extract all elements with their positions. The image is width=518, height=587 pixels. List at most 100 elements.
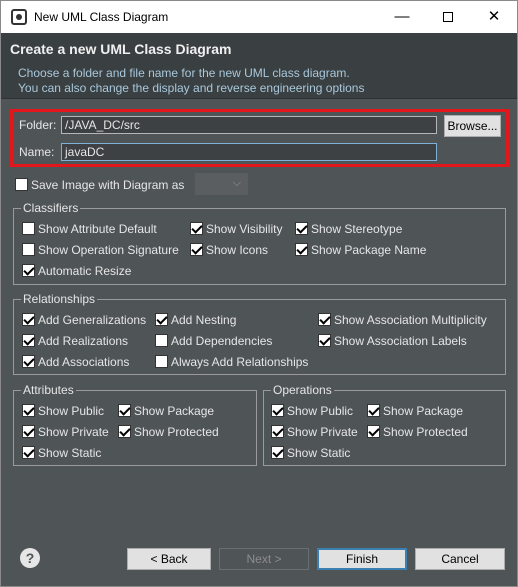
relationship-option-association-labels[interactable]: Show Association Labels (318, 333, 467, 349)
classifier-option-icons[interactable]: Show Icons (190, 242, 268, 258)
operation-option-package[interactable]: Show Package (367, 403, 463, 419)
checkbox[interactable] (271, 404, 284, 418)
checkbox[interactable] (22, 446, 35, 460)
next-button[interactable]: Next > (219, 548, 309, 570)
cancel-button[interactable]: Cancel (415, 548, 505, 570)
checkbox[interactable] (318, 313, 331, 327)
image-format-combo[interactable]: ⌵ (195, 173, 248, 195)
classifier-option-attribute-default[interactable]: Show Attribute Default (22, 221, 157, 237)
checkbox[interactable] (367, 404, 380, 418)
option-label: Always Add Relationships (171, 354, 309, 369)
option-label: Show Private (287, 424, 358, 439)
relationship-option-associations[interactable]: Add Associations (22, 354, 129, 370)
relationship-option-realizations[interactable]: Add Realizations (22, 333, 128, 349)
app-icon (11, 9, 27, 25)
option-label: Show Operation Signature (38, 242, 179, 257)
checkbox[interactable] (118, 404, 131, 418)
option-label: Show Attribute Default (38, 221, 157, 236)
save-image-checkbox[interactable]: Save Image with Diagram as (15, 177, 184, 193)
option-label: Show Public (38, 403, 105, 418)
checkbox[interactable] (155, 355, 168, 369)
checkbox[interactable] (295, 243, 308, 257)
attribute-option-public[interactable]: Show Public (22, 403, 104, 419)
option-label: Show Package Name (311, 242, 427, 257)
banner-description-line-2: You can also change the display and reve… (18, 81, 365, 95)
relationship-option-nesting[interactable]: Add Nesting (155, 312, 236, 328)
checkbox[interactable] (22, 425, 35, 439)
option-label: Show Association Labels (334, 333, 467, 348)
operation-option-static[interactable]: Show Static (271, 445, 350, 461)
title-bar: New UML Class Diagram — ✕ (1, 1, 517, 33)
chevron-down-icon: ⌵ (232, 177, 241, 189)
operation-option-protected[interactable]: Show Protected (367, 424, 468, 440)
checkbox[interactable] (155, 313, 168, 327)
attribute-option-private[interactable]: Show Private (22, 424, 109, 440)
save-image-label: Save Image with Diagram as (31, 177, 185, 192)
checkbox[interactable] (22, 243, 35, 257)
classifiers-title: Classifiers (21, 201, 81, 215)
relationship-option-dependencies[interactable]: Add Dependencies (155, 333, 272, 349)
banner-description: Choose a folder and file name for the ne… (18, 66, 364, 96)
maximize-icon (443, 12, 453, 23)
name-label: Name: (19, 145, 55, 159)
folder-field[interactable]: /JAVA_DC/src (61, 116, 437, 134)
relationships-title: Relationships (21, 292, 98, 306)
browse-button[interactable]: Browse... (444, 115, 501, 137)
operation-option-private[interactable]: Show Private (271, 424, 358, 440)
option-label: Add Nesting (171, 312, 237, 327)
classifier-option-package-name[interactable]: Show Package Name (295, 242, 426, 258)
classifier-option-stereotype[interactable]: Show Stereotype (295, 221, 402, 237)
checkbox[interactable] (22, 222, 35, 236)
checkbox[interactable] (118, 425, 131, 439)
attributes-title: Attributes (21, 383, 76, 397)
back-button[interactable]: < Back (127, 548, 211, 570)
option-label: Add Dependencies (171, 333, 273, 348)
option-label: Show Visibility (206, 221, 283, 236)
attribute-option-package[interactable]: Show Package (118, 403, 214, 419)
checkbox[interactable] (190, 222, 203, 236)
option-label: Show Private (38, 424, 109, 439)
classifier-option-visibility[interactable]: Show Visibility (190, 221, 282, 237)
close-button[interactable]: ✕ (471, 1, 517, 33)
finish-button[interactable]: Finish (317, 548, 407, 570)
relationship-option-generalizations[interactable]: Add Generalizations (22, 312, 146, 328)
checkbox[interactable] (271, 425, 284, 439)
option-label: Add Associations (38, 354, 130, 369)
option-label: Show Protected (134, 424, 219, 439)
option-label: Show Icons (206, 242, 269, 257)
checkbox[interactable] (22, 404, 35, 418)
checkbox[interactable] (367, 425, 380, 439)
checkbox[interactable] (22, 264, 35, 278)
name-field[interactable]: javaDC (61, 143, 437, 161)
operation-option-public[interactable]: Show Public (271, 403, 353, 419)
checkbox[interactable] (155, 334, 168, 348)
relationship-option-always-add[interactable]: Always Add Relationships (155, 354, 308, 370)
option-label: Show Package (134, 403, 215, 418)
checkbox[interactable] (22, 355, 35, 369)
option-label: Add Generalizations (38, 312, 147, 327)
minimize-button[interactable]: — (379, 1, 425, 33)
checkbox[interactable] (318, 334, 331, 348)
maximize-button[interactable] (425, 1, 471, 33)
attribute-option-protected[interactable]: Show Protected (118, 424, 219, 440)
option-label: Show Protected (383, 424, 468, 439)
checkbox[interactable] (190, 243, 203, 257)
window-title: New UML Class Diagram (34, 10, 169, 24)
wizard-banner: Create a new UML Class Diagram Choose a … (1, 33, 517, 99)
dialog-window: New UML Class Diagram — ✕ Create a new U… (0, 0, 518, 587)
checkbox[interactable] (295, 222, 308, 236)
banner-description-line-1: Choose a folder and file name for the ne… (18, 66, 350, 80)
banner-title: Create a new UML Class Diagram (10, 41, 232, 57)
classifier-option-automatic-resize[interactable]: Automatic Resize (22, 263, 131, 279)
relationship-option-association-multiplicity[interactable]: Show Association Multiplicity (318, 312, 487, 328)
checkbox[interactable] (22, 334, 35, 348)
save-image-box[interactable] (15, 178, 28, 192)
checkbox[interactable] (271, 446, 284, 460)
option-label: Show Association Multiplicity (334, 312, 487, 327)
attribute-option-static[interactable]: Show Static (22, 445, 101, 461)
option-label: Show Package (383, 403, 464, 418)
help-icon[interactable]: ? (20, 548, 40, 568)
option-label: Show Public (287, 403, 354, 418)
classifier-option-operation-signature[interactable]: Show Operation Signature (22, 242, 179, 258)
checkbox[interactable] (22, 313, 35, 327)
